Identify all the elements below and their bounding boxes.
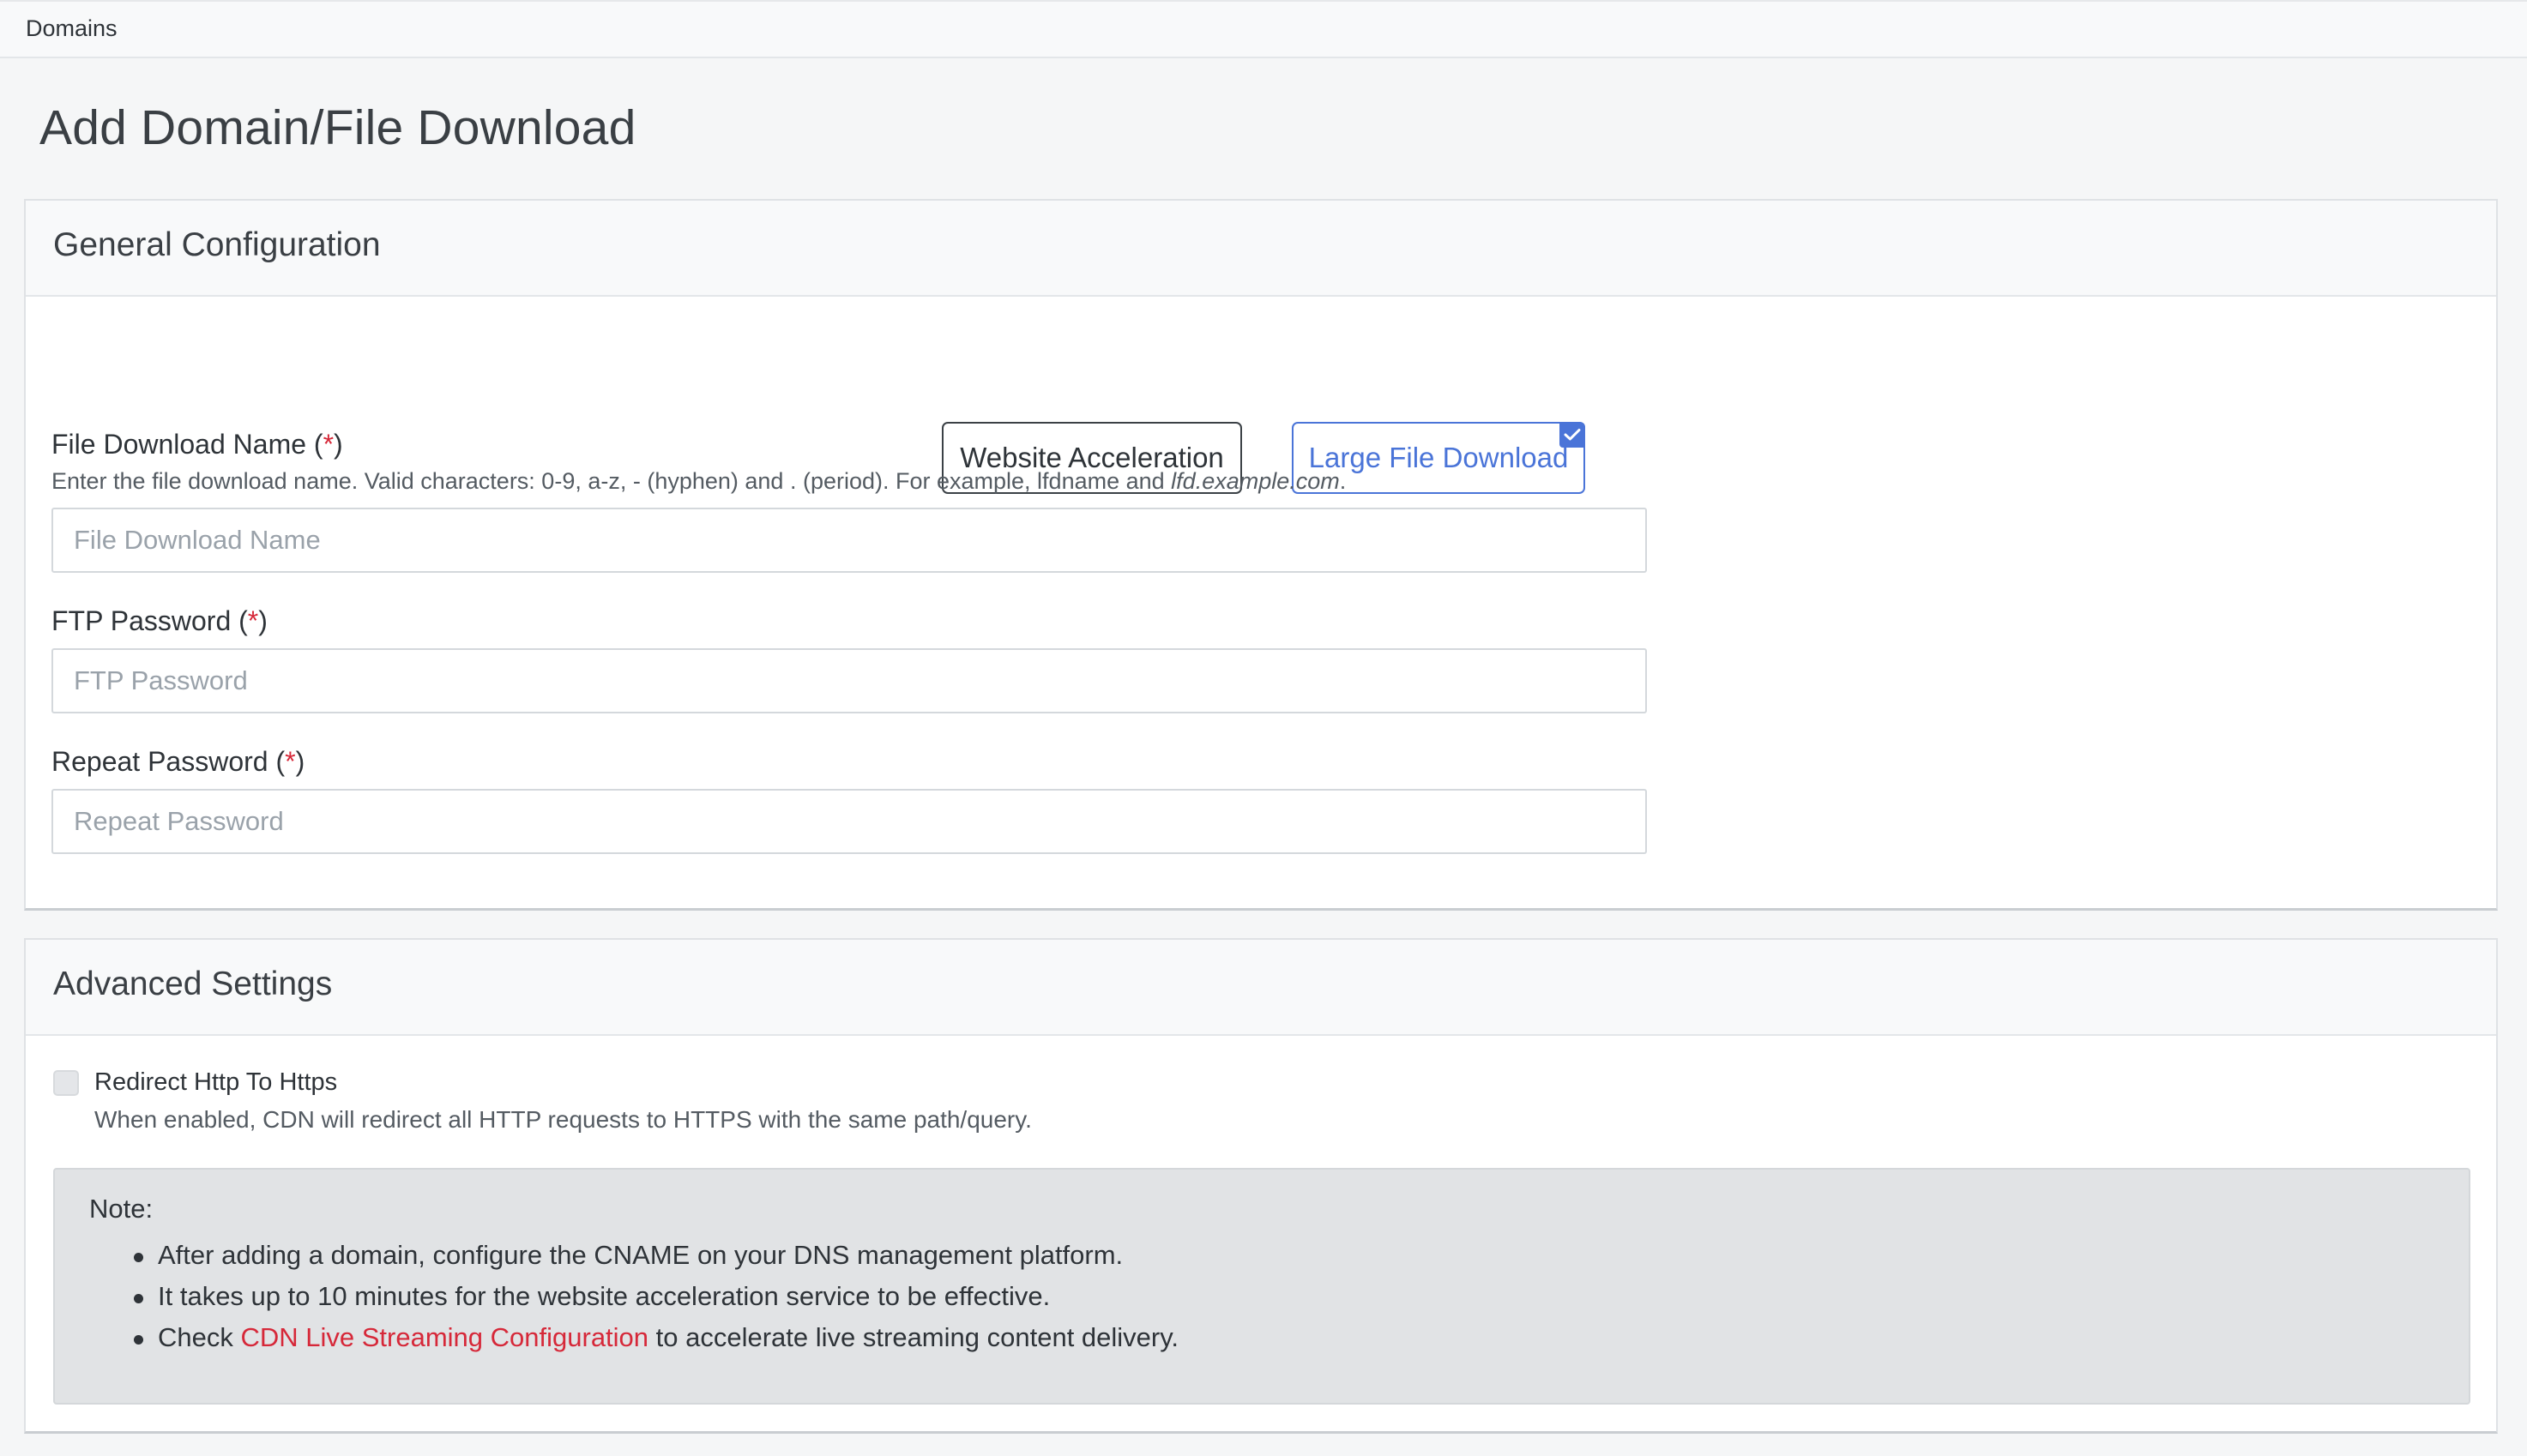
redirect-https-label[interactable]: Redirect Http To Https <box>94 1068 337 1097</box>
panel-title: Advanced Settings <box>53 966 333 1002</box>
note-item: It takes up to 10 minutes for the websit… <box>89 1276 1179 1317</box>
required-mark: * <box>323 429 335 460</box>
note-box: Note: After adding a domain, configure t… <box>53 1168 2470 1405</box>
redirect-https-help: When enabled, CDN will redirect all HTTP… <box>94 1106 1032 1133</box>
panel-header: Advanced Settings <box>26 940 2496 1036</box>
required-mark: * <box>285 746 296 777</box>
file-download-name-label: File Download Name (*) <box>51 429 343 460</box>
note-item: After adding a domain, configure the CNA… <box>89 1235 1179 1276</box>
required-mark: * <box>247 605 259 636</box>
top-bar: Domains <box>0 0 2527 58</box>
note-item: Check CDN Live Streaming Configuration t… <box>89 1317 1179 1358</box>
panel-title: General Configuration <box>53 226 381 263</box>
file-download-name-input[interactable] <box>51 508 1647 573</box>
note-list: After adding a domain, configure the CNA… <box>89 1235 1179 1358</box>
repeat-password-label: Repeat Password (*) <box>51 746 305 777</box>
file-download-name-help: Enter the file download name. Valid char… <box>51 468 1347 494</box>
repeat-password-input[interactable] <box>51 789 1647 854</box>
advanced-settings-panel: Advanced Settings Redirect Http To Https… <box>24 938 2498 1434</box>
redirect-https-checkbox[interactable] <box>53 1070 79 1096</box>
ftp-password-label: FTP Password (*) <box>51 605 268 636</box>
general-form: File Download Name (*) Enter the file do… <box>24 295 2498 895</box>
note-title: Note: <box>89 1194 154 1224</box>
help-example: lfd.example.com <box>1171 468 1340 494</box>
panel-header: General Configuration <box>26 201 2496 297</box>
breadcrumb[interactable]: Domains <box>26 15 118 42</box>
page-title: Add Domain/File Download <box>39 100 636 155</box>
live-streaming-config-link[interactable]: CDN Live Streaming Configuration <box>240 1322 648 1352</box>
ftp-password-input[interactable] <box>51 648 1647 713</box>
